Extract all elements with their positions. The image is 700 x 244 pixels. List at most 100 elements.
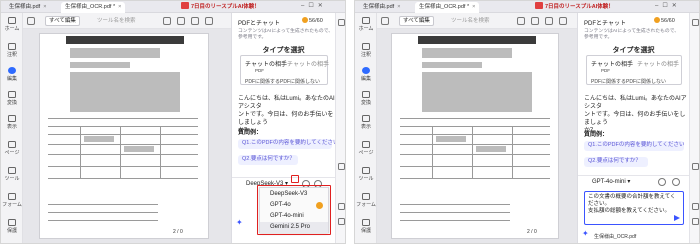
history-icon[interactable] — [658, 178, 666, 186]
doc-header-bar — [418, 36, 536, 44]
suggested-question-2[interactable]: Q2.要点は何ですか？ — [584, 157, 648, 167]
type-option-pdf[interactable]: チャットの相手 — [245, 59, 287, 68]
sidebar-item-protect[interactable]: 保護 — [1, 219, 23, 234]
tab-file-1[interactable]: 生保様由.pdf × — [5, 2, 50, 13]
link-icon[interactable] — [545, 17, 553, 25]
attached-file-name[interactable]: 生保様由_OCR.pdf — [594, 233, 636, 240]
tab-file-2[interactable]: 生保様由_OCR.pdf * × — [61, 2, 126, 13]
close-icon[interactable]: × — [397, 4, 400, 10]
more-icon[interactable] — [205, 17, 213, 25]
zoom-in-icon[interactable] — [692, 203, 699, 210]
zoom-out-icon[interactable] — [692, 218, 699, 225]
new-chat-icon[interactable] — [672, 178, 680, 186]
table-line — [472, 126, 473, 178]
sidebar-item-home[interactable]: ホーム — [355, 17, 377, 32]
close-icon[interactable]: × — [118, 4, 121, 10]
settings-icon[interactable] — [381, 17, 389, 25]
type-option-free[interactable]: チャットの相手 — [287, 59, 329, 68]
gift-icon — [535, 2, 543, 9]
home-icon — [362, 17, 370, 24]
edit-mode-select[interactable]: すべて編集 — [45, 16, 80, 26]
page-indicator[interactable]: 2 / 0 — [173, 229, 183, 235]
sidebar-item-edit[interactable]: 編集 — [355, 67, 377, 82]
close-icon[interactable]: × — [472, 4, 475, 10]
model-selector[interactable]: GPT-4o-mini ▾ — [592, 178, 630, 187]
sidebar-label: 保護 — [360, 228, 371, 234]
text-icon[interactable] — [163, 17, 171, 25]
model-bar: GPT-4o-mini ▾ — [578, 175, 689, 187]
sidebar-label: 表示 — [360, 124, 371, 130]
table-line — [400, 204, 510, 205]
toolbar: すべて編集 ツール名を検索 — [23, 13, 231, 29]
sidebar-item-pages[interactable]: ページ — [1, 141, 23, 156]
sidebar-item-forms[interactable]: フォーム — [355, 193, 377, 208]
promo-banner[interactable]: 7日目のリースプルAI体験！ — [535, 2, 614, 12]
page-indicator[interactable]: 2 / 0 — [527, 229, 537, 235]
close-icon[interactable]: × — [43, 4, 46, 10]
more-icon[interactable] — [559, 17, 567, 25]
sidebar-label: フォーム — [2, 202, 22, 208]
gift-icon — [181, 2, 189, 9]
sidebar-item-convert[interactable]: 変換 — [1, 91, 23, 106]
image-icon[interactable] — [177, 17, 185, 25]
suggested-question-2[interactable]: Q2.要点は何ですか？ — [238, 155, 298, 165]
redacted-block — [422, 62, 482, 68]
right-window: 生保様由.pdf × 生保様由_OCR.pdf * × 7日目のリースプルAI体験！… — [354, 0, 700, 244]
link-icon[interactable] — [191, 17, 199, 25]
sidebar-item-view[interactable]: 表示 — [1, 115, 23, 130]
ai-icon[interactable] — [692, 19, 699, 26]
sidebar-label: ホーム — [358, 26, 374, 32]
panel-title: PDFとチャット — [584, 21, 626, 27]
doc-header-bar — [66, 36, 184, 44]
zoom-in-icon[interactable] — [338, 203, 345, 210]
sidebar-item-home[interactable]: ホーム — [1, 17, 23, 32]
sidebar-label: フォーム — [356, 202, 376, 208]
sidebar-item-forms[interactable]: フォーム — [1, 193, 23, 208]
sidebar-label: 編集 — [360, 76, 371, 82]
tab-file-2[interactable]: 生保様由_OCR.pdf * × — [415, 2, 480, 13]
attach-icon[interactable]: ✦ — [582, 229, 589, 238]
tool-search-input[interactable]: ツール名を検索 — [97, 16, 136, 26]
table-line — [120, 126, 121, 178]
sidebar-item-tools[interactable]: ツール — [355, 167, 377, 182]
ai-note-line: 参考用です。 — [584, 35, 613, 40]
document-area: 2 / 0 — [377, 29, 577, 243]
tool-search-input[interactable]: ツール名を検索 — [451, 16, 490, 26]
sidebar-item-annotate[interactable]: 注釈 — [355, 43, 377, 58]
suggested-question-1[interactable]: Q1.このPDFの内容を要約してください — [584, 141, 685, 151]
sidebar-item-annotate[interactable]: 注釈 — [1, 43, 23, 58]
zoom-out-icon[interactable] — [338, 218, 345, 225]
sidebar-item-protect[interactable]: 保護 — [355, 219, 377, 234]
text-icon[interactable] — [517, 17, 525, 25]
table-line — [48, 220, 158, 221]
cursor-icon[interactable] — [692, 163, 699, 170]
sidebar-item-view[interactable]: 表示 — [355, 115, 377, 130]
table-line — [80, 126, 81, 178]
type-option-sub: PDF — [255, 68, 264, 73]
suggested-question-1[interactable]: Q1.このPDFの内容を要約してください — [238, 139, 339, 149]
credit-counter: 56/60 — [302, 17, 323, 24]
type-selector: チャットの相手 チャットの相手 PDF PDFに関係するPDFに関係しない — [240, 55, 329, 85]
sidebar-item-convert[interactable]: 変換 — [355, 91, 377, 106]
window-controls[interactable]: –☐✕ — [301, 2, 327, 9]
sidebar-item-edit[interactable]: 編集 — [1, 67, 23, 82]
tab-file-1[interactable]: 生保様由.pdf × — [359, 2, 404, 13]
sidebar-item-pages[interactable]: ページ — [355, 141, 377, 156]
promo-banner[interactable]: 7日目のリースプルAI体験！ — [181, 2, 260, 12]
table-line — [400, 178, 550, 179]
redacted-block — [84, 136, 114, 142]
redacted-block — [476, 146, 506, 152]
table-line — [48, 126, 198, 127]
edit-mode-select[interactable]: すべて編集 — [399, 16, 434, 26]
ai-note-line: 参考用です。 — [238, 35, 267, 40]
image-icon[interactable] — [531, 17, 539, 25]
window-controls[interactable]: –☐✕ — [655, 2, 681, 9]
cursor-icon[interactable] — [338, 163, 345, 170]
type-option-free[interactable]: チャットの相手 — [637, 59, 679, 68]
ai-icon[interactable] — [338, 19, 345, 26]
chat-input[interactable]: この文書の概要の合計額を教えてください。 支払額の総額を教えてください。 — [584, 191, 684, 225]
attach-icon[interactable]: ✦ — [236, 218, 243, 227]
sidebar-item-tools[interactable]: ツール — [1, 167, 23, 182]
settings-icon[interactable] — [27, 17, 35, 25]
type-option-pdf[interactable]: チャットの相手 — [591, 59, 633, 68]
